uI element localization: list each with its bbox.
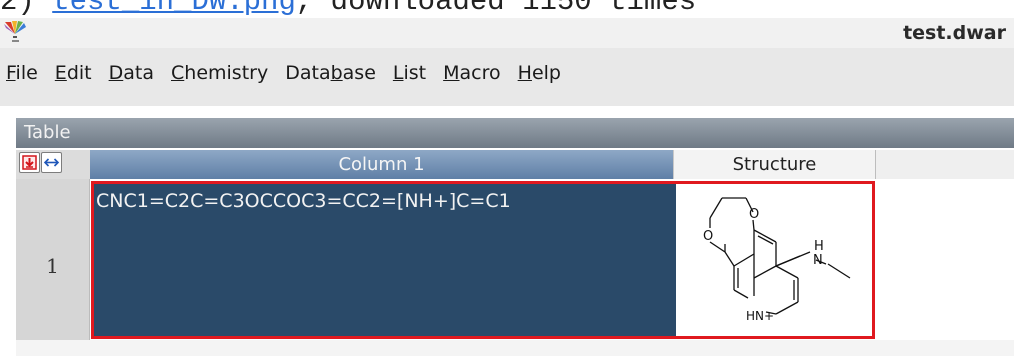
svg-text:H: H xyxy=(814,239,824,254)
menu-help[interactable]: Help xyxy=(518,62,561,84)
menu-data[interactable]: Data xyxy=(109,62,154,84)
download-rows-icon[interactable] xyxy=(19,152,40,173)
table-panel-header: Table xyxy=(16,118,1014,148)
menu-database[interactable]: Database xyxy=(285,62,376,84)
column-header-row: Column 1 Structure xyxy=(16,150,1014,179)
menu-file[interactable]: File xyxy=(6,62,38,84)
caption-prefix: 2) xyxy=(0,0,53,18)
table-bottom-area xyxy=(16,340,1014,356)
table-row[interactable]: 1 CNC1=C2C=C3OCCOC3=CC2=[NH+]C=C1 O O H … xyxy=(16,179,1014,340)
menu-bar: File Edit Data Chemistry Database List M… xyxy=(0,48,1014,106)
app-logo-icon xyxy=(4,21,26,42)
caption-suffix: , downloaded 1150 times xyxy=(295,0,697,18)
menu-list[interactable]: List xyxy=(393,62,426,84)
download-caption: 2) test_in_DW.png, downloaded 1150 times xyxy=(0,0,1014,18)
menu-edit[interactable]: Edit xyxy=(55,62,92,84)
svg-text:O: O xyxy=(749,207,759,222)
smiles-cell[interactable]: CNC1=C2C=C3OCCOC3=CC2=[NH+]C=C1 xyxy=(92,182,676,338)
window-title: test.dwar xyxy=(903,22,1006,44)
column-header-column-1[interactable]: Column 1 xyxy=(90,150,674,179)
panel-title: Table xyxy=(24,122,71,143)
title-bar: test.dwar xyxy=(0,18,1014,48)
menu-macro[interactable]: Macro xyxy=(443,62,501,84)
structure-cell[interactable]: O O H N HN+ xyxy=(676,182,874,338)
svg-text:HN+: HN+ xyxy=(746,309,774,323)
svg-text:N: N xyxy=(813,253,823,268)
image-link[interactable]: test_in_DW.png xyxy=(52,0,296,18)
corner-cell xyxy=(16,150,90,179)
svg-text:O: O xyxy=(703,229,713,244)
column-header-structure[interactable]: Structure xyxy=(674,150,876,179)
expand-width-icon[interactable] xyxy=(41,152,62,173)
smiles-text: CNC1=C2C=C3OCCOC3=CC2=[NH+]C=C1 xyxy=(96,190,511,212)
menu-chemistry[interactable]: Chemistry xyxy=(171,62,268,84)
molecule-structure-icon: O O H N HN+ xyxy=(703,197,851,323)
row-number[interactable]: 1 xyxy=(16,179,90,340)
